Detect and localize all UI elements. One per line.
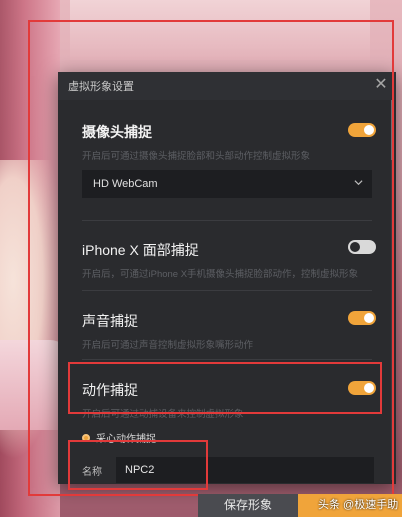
- name-input[interactable]: [116, 457, 374, 483]
- toggle-knob: [350, 242, 360, 252]
- motion-capture-toggle[interactable]: [348, 381, 376, 395]
- scrollbar-thumb[interactable]: [391, 100, 394, 160]
- camera-device-select[interactable]: HD WebCam: [82, 170, 372, 198]
- voice-capture-section: 声音捕捉 开启后可通过声音控制虚拟形象嘴形动作: [58, 311, 396, 351]
- camera-device-value: HD WebCam: [93, 178, 158, 190]
- chevron-down-icon: [354, 180, 363, 186]
- dialog-scrollbar[interactable]: [391, 100, 394, 480]
- toggle-knob: [364, 383, 374, 393]
- name-row: 名称: [82, 457, 374, 483]
- radio-selected-icon: [82, 433, 90, 442]
- iphone-capture-title: iPhone X 面部捕捉: [82, 242, 199, 258]
- motion-capture-section: 动作捕捉 开启后可通过动捕设备来控制虚拟形象: [58, 380, 396, 420]
- iphone-capture-toggle[interactable]: [348, 240, 376, 254]
- iphone-capture-section: iPhone X 面部捕捉 开启后，可通过iPhone X手机摄像头捕捉脸部动作…: [58, 240, 396, 280]
- motion-capture-desc: 开启后可通过动捕设备来控制虚拟形象: [82, 409, 244, 420]
- camera-capture-toggle[interactable]: [348, 123, 376, 137]
- dialog-title: 虚拟形象设置: [68, 81, 134, 93]
- voice-capture-toggle[interactable]: [348, 311, 376, 325]
- divider: [82, 290, 372, 291]
- camera-capture-section: 摄像头捕捉 开启后可通过摄像头捕捉脸部和头部动作控制虚拟形象: [58, 122, 396, 162]
- toggle-knob: [364, 125, 374, 135]
- close-icon[interactable]: ✕: [374, 77, 388, 93]
- camera-capture-title: 摄像头捕捉: [82, 124, 152, 140]
- name-label: 名称: [82, 466, 102, 478]
- virtual-avatar-settings-dialog: 虚拟形象设置 ✕ 摄像头捕捉 开启后可通过摄像头捕捉脸部和头部动作控制虚拟形象 …: [58, 72, 396, 484]
- motion-capture-title: 动作捕捉: [82, 382, 138, 398]
- toggle-knob: [364, 313, 374, 323]
- divider: [82, 220, 372, 221]
- save-avatar-button[interactable]: 保存形象: [198, 494, 298, 517]
- background-window: [70, 0, 370, 60]
- iphone-capture-desc: 开启后，可通过iPhone X手机摄像头捕捉脸部动作，控制虚拟形象: [82, 269, 359, 280]
- voice-capture-title: 声音捕捉: [82, 313, 138, 329]
- motion-capture-option[interactable]: 采心动作捕捉: [82, 430, 156, 445]
- voice-capture-desc: 开启后可通过声音控制虚拟形象嘴形动作: [82, 340, 254, 351]
- motion-capture-option-label: 采心动作捕捉: [96, 434, 156, 445]
- divider: [82, 359, 372, 360]
- camera-capture-desc: 开启后可通过摄像头捕捉脸部和头部动作控制虚拟形象: [82, 151, 311, 162]
- watermark-text: 头条 @极速手助: [318, 499, 399, 511]
- dialog-header: 虚拟形象设置 ✕: [58, 72, 396, 100]
